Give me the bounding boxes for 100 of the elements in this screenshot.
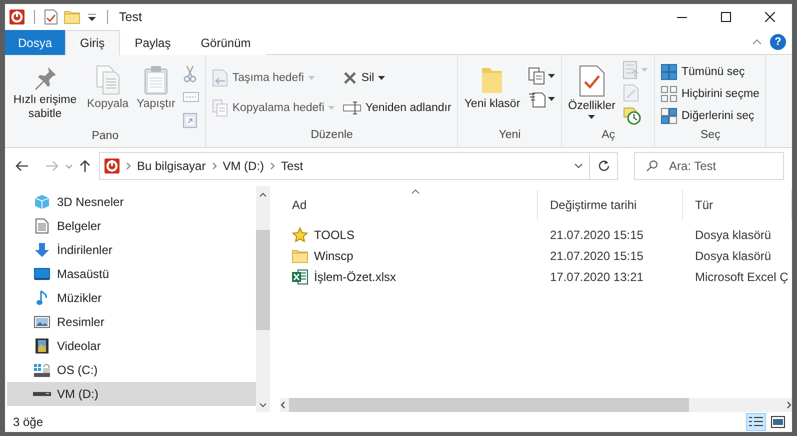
- chevron-down-icon: [65, 164, 73, 168]
- scrollbar-thumb[interactable]: [256, 230, 270, 330]
- address-bar[interactable]: Bu bilgisayar VM (D:) Test: [99, 152, 618, 180]
- ribbon-button[interactable]: Yeni klasör: [462, 59, 522, 113]
- ribbon-button[interactable]: Hiçbirini seçme: [659, 83, 762, 105]
- ribbon-button[interactable]: Yeniden adlandır: [341, 97, 454, 119]
- file-name[interactable]: TOOLS: [314, 228, 354, 242]
- ribbon-group-label: Yeni: [498, 129, 522, 143]
- item-count: 3 öğe: [13, 415, 44, 429]
- file-menu-button[interactable]: Dosya: [5, 30, 66, 55]
- app-logo-icon: [9, 9, 25, 25]
- breadcrumb[interactable]: Bu bilgisayar: [137, 159, 206, 173]
- nav-item[interactable]: Videolar: [7, 334, 256, 358]
- column-header[interactable]: Değiştirme tarihi: [538, 190, 683, 220]
- view-button[interactable]: [746, 413, 766, 431]
- clipboard-icon: [144, 65, 168, 95]
- ribbon-group-label: Seç: [700, 129, 722, 143]
- ribbon-button[interactable]: Hızlı erişime sabitle: [9, 59, 81, 123]
- column-header[interactable]: Ad: [280, 190, 538, 220]
- nav-item[interactable]: Resimler: [7, 310, 256, 334]
- file-name[interactable]: İşlem-Özet.xlsx: [314, 270, 396, 284]
- ribbon-group-label: Düzenle: [310, 129, 354, 143]
- edit-document-icon: [623, 84, 640, 102]
- ribbon-button[interactable]: Sil: [341, 67, 454, 89]
- ribbon-button[interactable]: Tümünü seç: [659, 61, 762, 83]
- back-button[interactable]: [15, 160, 29, 172]
- scrollbar-thumb[interactable]: [289, 398, 689, 412]
- folder-icon: [481, 65, 504, 95]
- checked-document-icon: [44, 9, 58, 25]
- drive-icon: [33, 362, 51, 378]
- table-cell-text: 21.07.2020 15:15: [549, 248, 644, 262]
- ribbon-group-label: Aç: [600, 129, 616, 143]
- nav-item[interactable]: Masaüstü: [7, 262, 256, 286]
- table-cell-text: 21.07.2020 15:15: [549, 228, 644, 242]
- nav-item[interactable]: Belgeler: [7, 214, 256, 238]
- copy-path-icon: [183, 90, 200, 102]
- dropdown-icon[interactable]: [574, 163, 583, 169]
- nav-item[interactable]: Müzikler: [7, 286, 256, 310]
- ribbon-button[interactable]: Özellikler: [566, 59, 618, 121]
- file-name[interactable]: Winscp: [314, 248, 354, 262]
- new-item-icon: [528, 66, 546, 84]
- nav-item[interactable]: VM (D:): [7, 382, 256, 406]
- sort-ascending-icon: [411, 189, 420, 194]
- invert-selection-icon: [661, 108, 678, 124]
- nav-item[interactable]: İndirilenler: [7, 238, 256, 262]
- up-button[interactable]: [79, 159, 91, 173]
- download-arrow-icon: [34, 242, 50, 258]
- ribbon-icon-button[interactable]: [526, 65, 558, 86]
- easy-access-icon: [528, 90, 546, 108]
- scroll-down-icon[interactable]: [259, 403, 267, 408]
- search-icon: [646, 160, 658, 172]
- desktop-icon: [34, 267, 50, 281]
- dropdown-icon: [88, 14, 96, 20]
- table-cell-text: Dosya klasörü: [694, 228, 772, 242]
- table-cell-text: 17.07.2020 13:21: [549, 270, 644, 284]
- drive-icon: [33, 391, 51, 397]
- column-header[interactable]: Tür: [683, 190, 792, 220]
- back-arrow-icon: [15, 160, 29, 172]
- breadcrumb[interactable]: Test: [281, 159, 304, 173]
- collapse-ribbon-icon[interactable]: [752, 39, 762, 45]
- scroll-right-icon[interactable]: [787, 401, 792, 409]
- app-logo-icon: [104, 158, 120, 174]
- paste-shortcut-icon: [183, 112, 198, 128]
- forward-arrow-icon: [45, 160, 59, 172]
- copy-to-icon: [212, 99, 228, 117]
- move-to-icon: [212, 69, 228, 87]
- select-none-icon: [661, 86, 678, 102]
- nav-item[interactable]: 3D Nesneler: [7, 190, 256, 214]
- film-icon: [35, 338, 49, 354]
- scissors-icon: [183, 64, 198, 82]
- ribbon-tab[interactable]: Giriş: [65, 30, 120, 55]
- help-button[interactable]: ?: [770, 34, 786, 50]
- ribbon-button[interactable]: Diğerlerini seç: [659, 105, 762, 127]
- delete-icon: [343, 71, 358, 85]
- cube-icon: [34, 194, 50, 210]
- scroll-left-icon[interactable]: [280, 401, 285, 409]
- chevron-right-icon: [212, 162, 217, 170]
- breadcrumb[interactable]: VM (D:): [222, 159, 264, 173]
- ribbon-group-label: Pano: [90, 130, 120, 144]
- chevron-right-icon: [270, 162, 276, 170]
- scroll-up-icon[interactable]: [259, 192, 267, 197]
- thumbnail-view-icon: [771, 416, 785, 428]
- copy-icon: [94, 65, 121, 95]
- rename-icon: [343, 101, 362, 115]
- music-note-icon: [36, 290, 48, 306]
- star-icon: [292, 226, 308, 242]
- spreadsheet-icon: [292, 268, 308, 284]
- view-button[interactable]: [768, 413, 788, 431]
- window-title: Test: [119, 10, 143, 24]
- details-view-icon: [749, 416, 763, 428]
- ribbon-tab[interactable]: Görünüm: [186, 30, 266, 55]
- chevron-right-icon: [126, 162, 131, 170]
- recent-locations-button[interactable]: [65, 164, 73, 168]
- maximize-icon: [721, 12, 731, 22]
- nav-item[interactable]: OS (C:): [7, 358, 256, 382]
- ribbon-tab[interactable]: Paylaş: [120, 30, 186, 55]
- history-icon: [623, 106, 642, 124]
- search-field[interactable]: Ara: Test: [634, 152, 784, 180]
- up-arrow-icon: [79, 159, 91, 173]
- document-icon: [35, 218, 49, 234]
